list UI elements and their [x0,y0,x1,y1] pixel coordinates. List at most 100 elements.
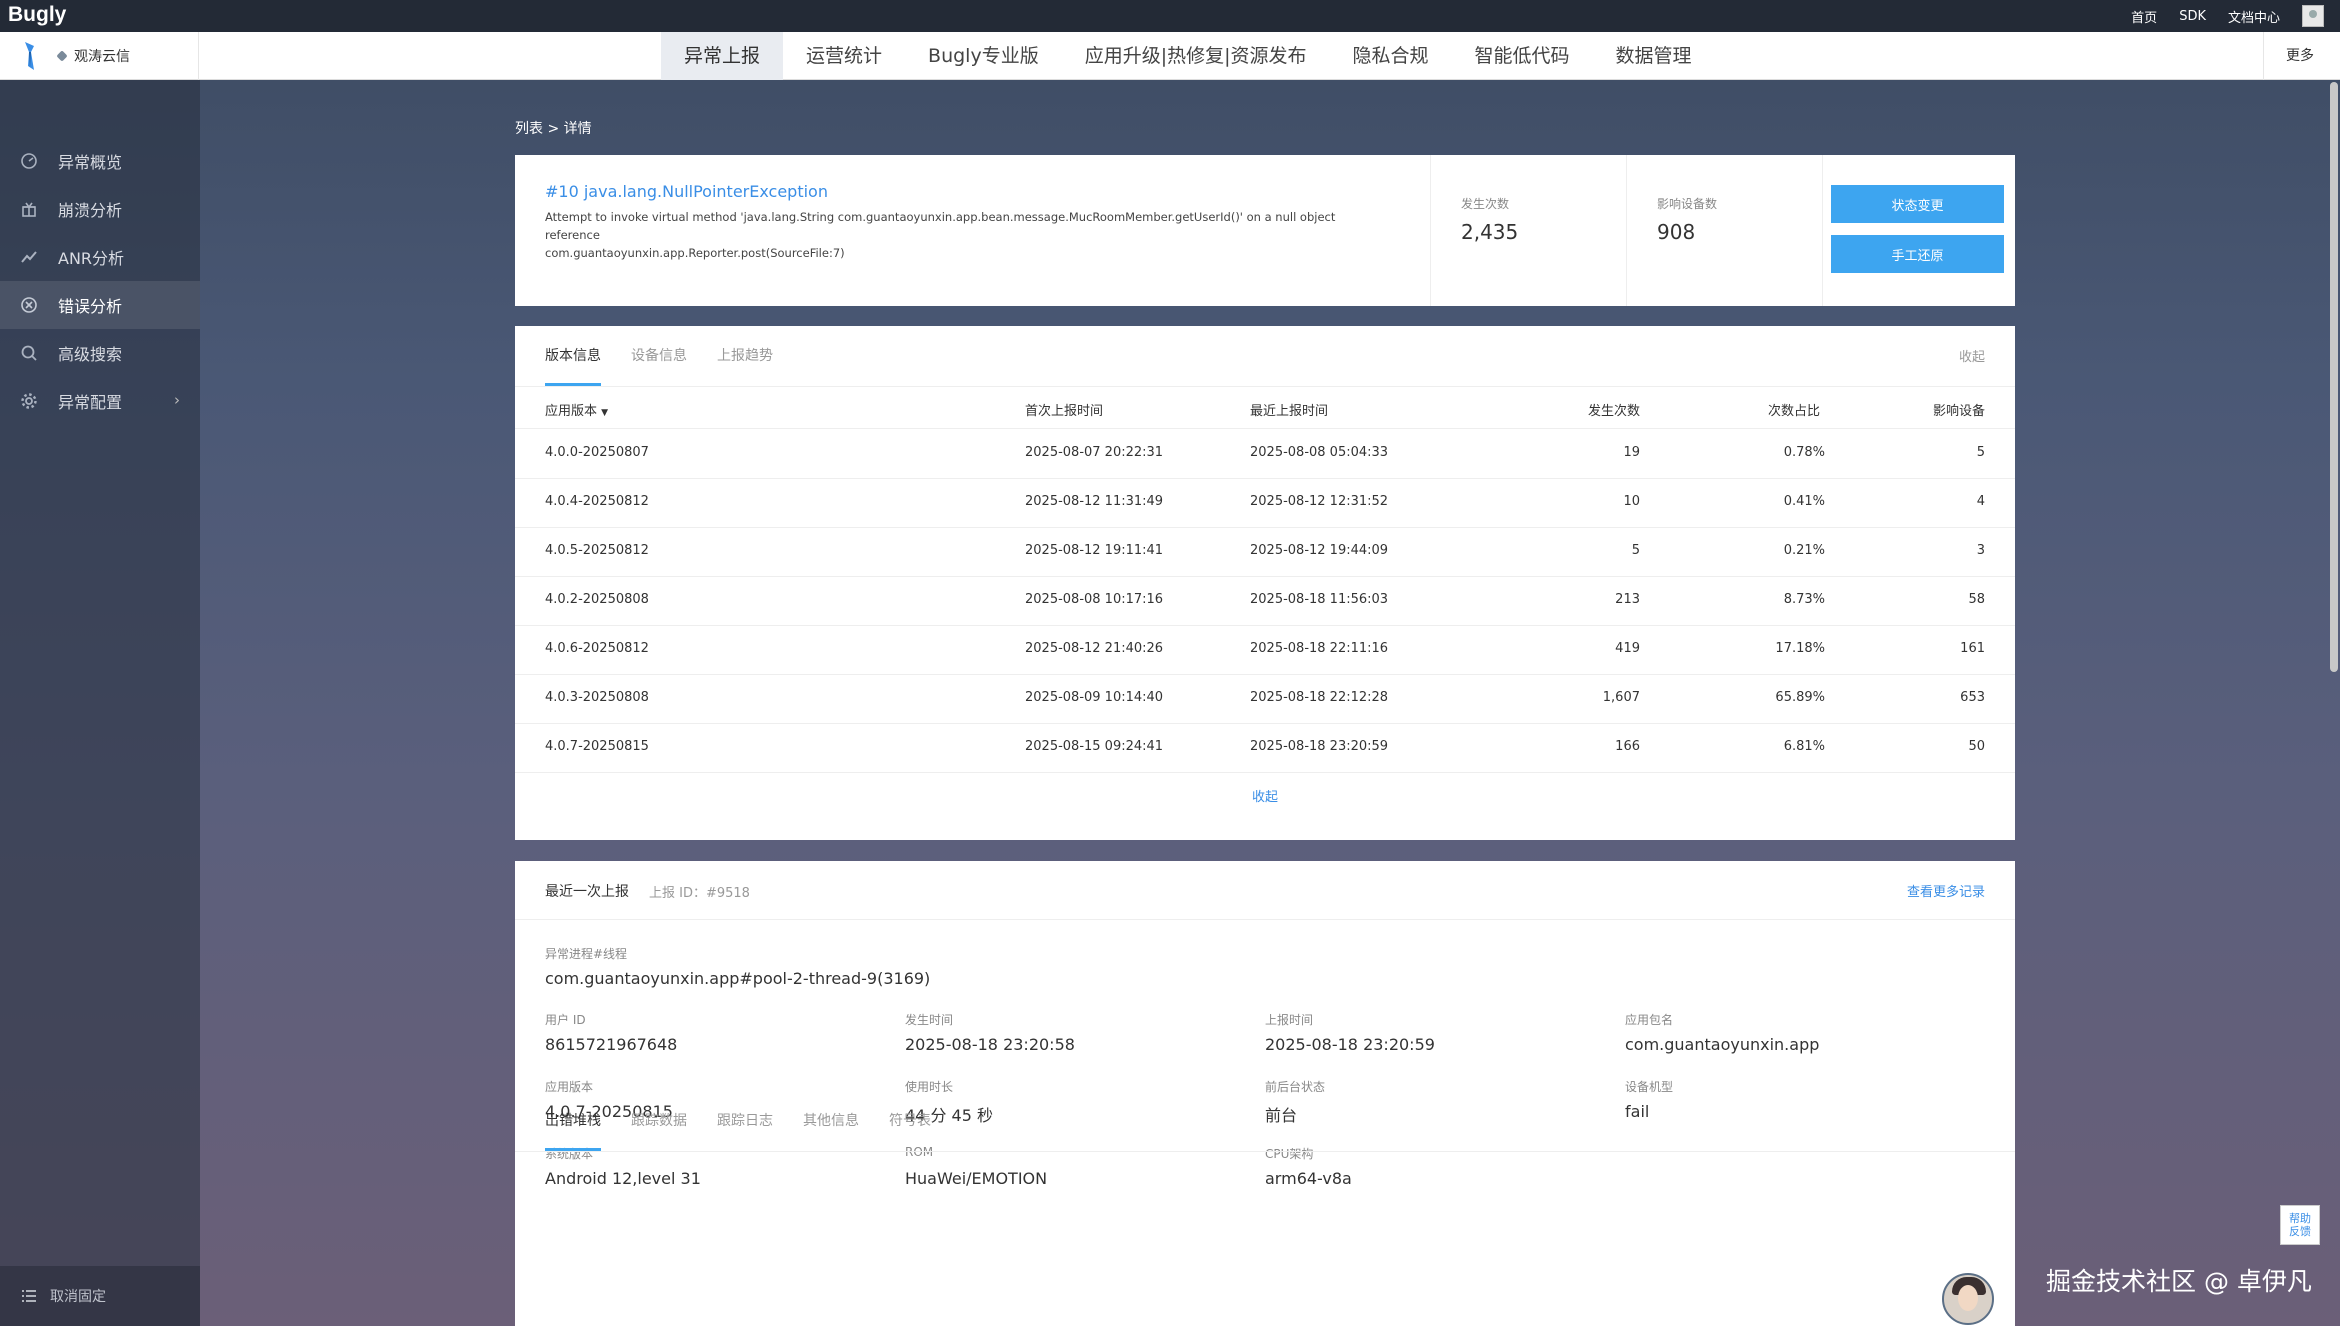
menu-operation-stats[interactable]: 运营统计 [783,32,905,80]
chevron-right-icon: › [174,391,180,409]
tab-symbol-table[interactable]: 符号表 [889,1091,931,1151]
detail-tabs: 出错堆栈 跟踪数据 跟踪日志 其他信息 符号表 [545,1091,961,1151]
cell-first-time: 2025-08-09 10:14:40 [1025,690,1164,705]
field-value: 2025-08-18 23:20:59 [1265,1035,1435,1054]
sidebar-label: ANR分析 [58,249,125,268]
manual-restore-button[interactable]: 手工还原 [1831,235,2004,273]
nav-bar: 观涛云信 异常上报 运营统计 Bugly专业版 应用升级|热修复|资源发布 隐私… [0,32,2340,80]
cell-first-time: 2025-08-12 11:31:49 [1025,494,1164,509]
cell-count: 1,607 [1602,690,1640,705]
thread-value: com.guantaoyunxin.app#pool-2-thread-9(31… [545,969,931,988]
tab-trace-log[interactable]: 跟踪日志 [717,1091,773,1151]
top-link-sdk[interactable]: SDK [2179,9,2206,24]
top-link-home[interactable]: 首页 [2131,7,2157,26]
brand-logo[interactable]: Bugly [8,3,66,27]
cell-devices: 4 [1976,494,1985,509]
version-info-card: 版本信息 设备信息 上报趋势 收起 应用版本 ▼ 首次上报时间 最近上报时间 发… [515,326,2015,840]
sidebar-item-crash[interactable]: 崩溃分析 [0,185,200,233]
top-bar: Bugly 首页 SDK 文档中心 [0,0,2340,32]
cell-ratio: 65.89% [1775,690,1825,705]
unpin-sidebar[interactable]: 取消固定 [0,1266,200,1326]
table-row[interactable]: 4.0.0-20250807 2025-08-07 20:22:31 2025-08… [515,430,2015,479]
cell-devices: 3 [1976,543,1985,558]
breadcrumb[interactable]: 列表 > 详情 [515,118,592,138]
page-scrollbar[interactable] [2330,82,2338,672]
table-row[interactable]: 4.0.6-20250812 2025-08-12 21:40:26 2025-08… [515,626,2015,675]
error-summary-card: #10 java.lang.NullPointerException Attem… [515,155,2015,306]
cell-ratio: 0.41% [1783,494,1825,509]
sidebar: 异常概览 崩溃分析 ANR分析 错误分析 高级搜索 异常配置 › 取消固定 [0,80,200,1326]
gear-icon [21,393,37,409]
tab-trace-data[interactable]: 跟踪数据 [631,1091,687,1151]
cell-last-time: 2025-08-12 12:31:52 [1250,494,1389,509]
stat-value: 2,435 [1461,220,1519,244]
cell-first-time: 2025-08-07 20:22:31 [1025,445,1164,460]
cell-version: 4.0.4-20250812 [545,494,649,509]
menu-data-manage[interactable]: 数据管理 [1593,32,1715,80]
sidebar-label: 异常配置 [58,393,123,412]
cell-last-time: 2025-08-18 23:20:59 [1250,739,1389,754]
col-header-version[interactable]: 应用版本 ▼ [545,400,608,419]
more-button[interactable]: 更多 [2286,32,2314,80]
menu-exception-report[interactable]: 异常上报 [661,32,784,80]
col-header-last-time: 最近上报时间 [1250,404,1329,419]
field-value: arm64-v8a [1265,1169,1352,1188]
field-value: 8615721967648 [545,1035,678,1054]
field-value: com.guantaoyunxin.app [1625,1035,1820,1054]
floating-avatar[interactable] [1942,1273,1994,1325]
tab-device-info[interactable]: 设备信息 [631,326,687,386]
nav-divider [198,32,199,80]
menu-bugly-pro[interactable]: Bugly专业版 [905,32,1062,80]
more-divider [2263,32,2264,80]
table-row[interactable]: 4.0.5-20250812 2025-08-12 19:11:41 2025-08… [515,528,2015,577]
field-value: 前台 [1265,1106,1298,1125]
cell-count: 213 [1615,592,1640,607]
field-label: CPU架构 [1265,1147,1314,1161]
search-icon [21,345,37,361]
sidebar-label: 崩溃分析 [58,201,123,220]
cell-last-time: 2025-08-18 11:56:03 [1250,592,1389,607]
cell-devices: 5 [1976,445,1985,460]
tab-version-info[interactable]: 版本信息 [545,326,601,386]
thread-label: 异常进程#线程 [545,947,628,961]
menu-upgrade-hotfix[interactable]: 应用升级|热修复|资源发布 [1062,32,1330,80]
sidebar-item-config[interactable]: 异常配置 › [0,377,200,425]
table-row[interactable]: 4.0.4-20250812 2025-08-12 11:31:49 2025-08… [515,479,2015,528]
stat-value: 908 [1657,220,1696,244]
app-selector[interactable]: 观涛云信 [56,32,130,80]
status-change-button[interactable]: 状态变更 [1831,185,2004,223]
cell-count: 10 [1623,494,1640,509]
menu-privacy[interactable]: 隐私合规 [1330,32,1452,80]
top-links: 首页 SDK 文档中心 [2109,0,2324,32]
error-circle-icon [21,297,37,313]
collapse-link[interactable]: 收起 [1959,346,1985,365]
col-header-first-time: 首次上报时间 [1025,404,1104,419]
table-row[interactable]: 4.0.7-20250815 2025-08-15 09:24:41 2025-08… [515,724,2015,773]
sidebar-item-overview[interactable]: 异常概览 [0,137,200,185]
last-report-card: 最近一次上报 上报 ID：#9518 查看更多记录 异常进程#线程 com.gu… [515,861,2015,1326]
stat-label: 发生次数 [1461,197,1510,211]
sidebar-item-anr[interactable]: ANR分析 [0,233,200,281]
view-more-records-link[interactable]: 查看更多记录 [1907,881,1985,900]
bugly-logo-icon[interactable] [22,40,38,72]
tab-report-trend[interactable]: 上报趋势 [717,326,773,386]
sidebar-label: 错误分析 [58,297,123,316]
report-id: 上报 ID：#9518 [649,886,750,901]
user-avatar[interactable] [2302,5,2324,27]
sidebar-item-error[interactable]: 错误分析 [0,281,200,329]
top-link-docs[interactable]: 文档中心 [2228,7,2280,26]
help-feedback-button[interactable]: 帮助 反馈 [2280,1205,2320,1245]
stat-divider [1822,155,1823,306]
cell-last-time: 2025-08-18 22:11:16 [1250,641,1389,656]
trend-icon [21,251,37,263]
cell-version: 4.0.7-20250815 [545,739,649,754]
table-row[interactable]: 4.0.2-20250808 2025-08-08 10:17:16 2025-08… [515,577,2015,626]
collapse-bottom-link[interactable]: 收起 [515,786,2015,805]
tab-other-info[interactable]: 其他信息 [803,1091,859,1151]
table-row[interactable]: 4.0.3-20250808 2025-08-09 10:14:40 2025-08… [515,675,2015,724]
error-title: #10 java.lang.NullPointerException [545,182,828,201]
menu-lowcode[interactable]: 智能低代码 [1452,32,1593,80]
sidebar-item-search[interactable]: 高级搜索 [0,329,200,377]
field-value: fail [1625,1102,1650,1121]
tab-stack-trace[interactable]: 出错堆栈 [545,1091,601,1151]
